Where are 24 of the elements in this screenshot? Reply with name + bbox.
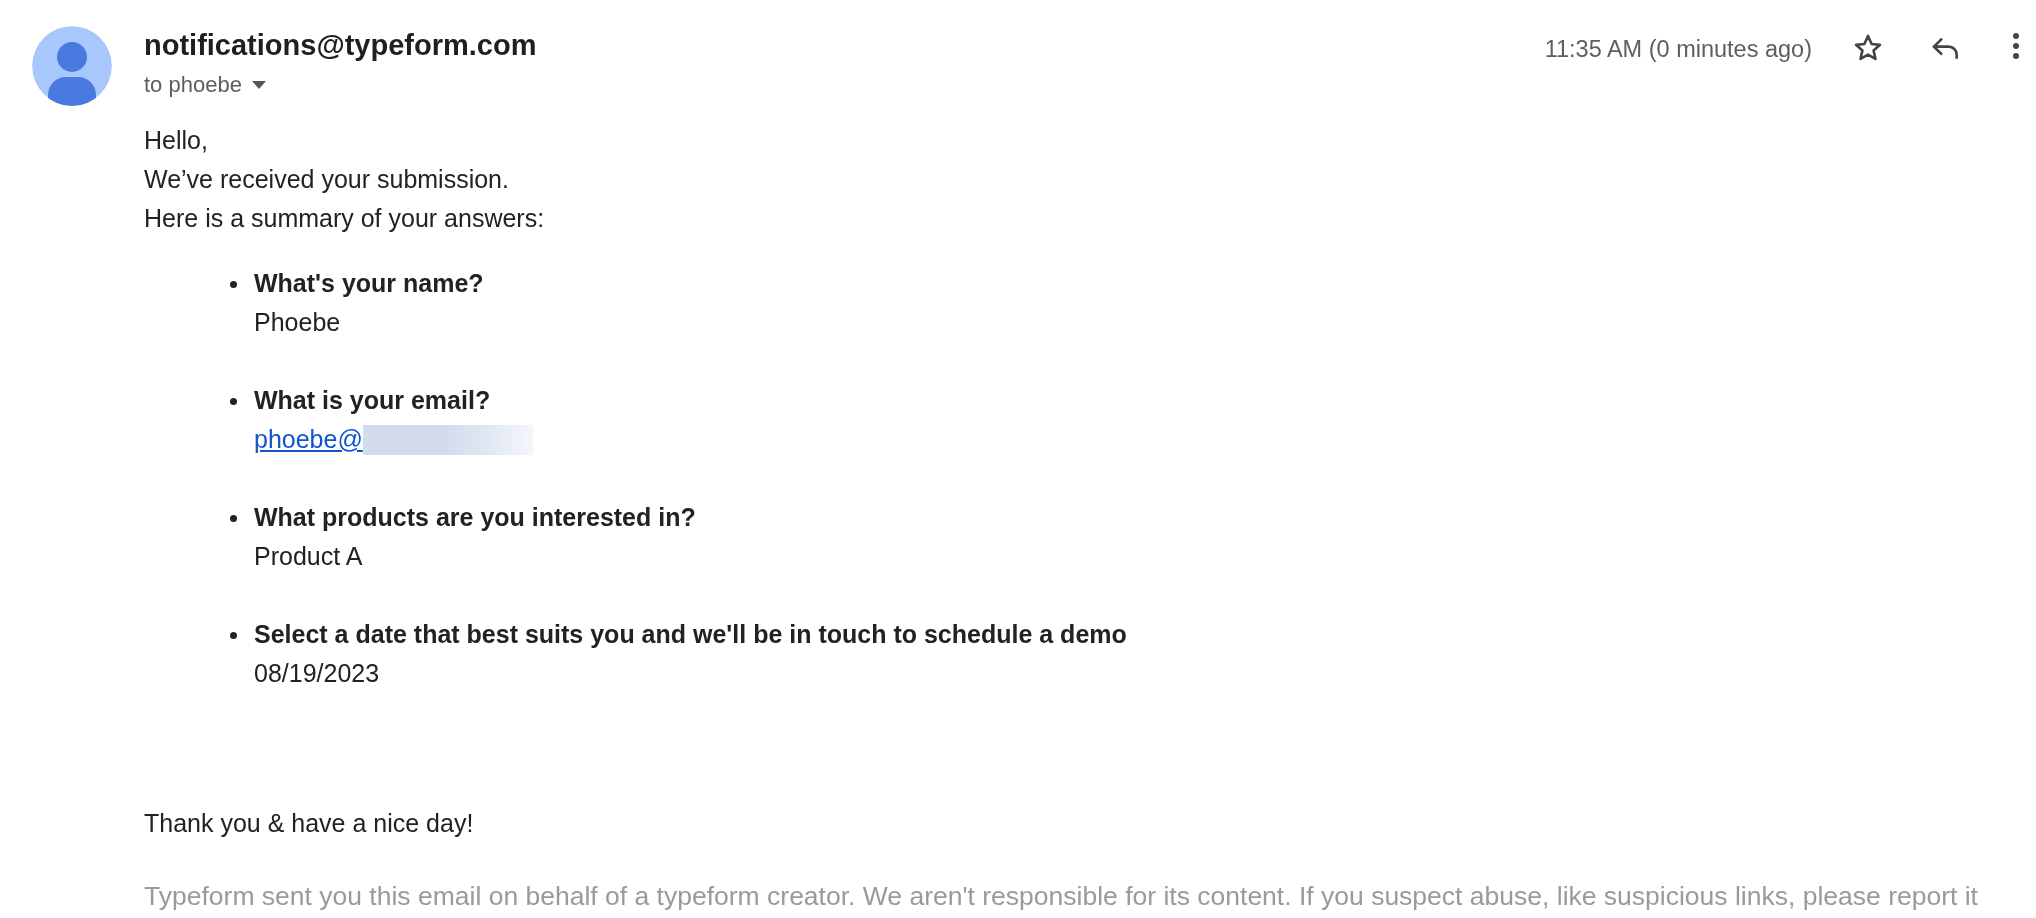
closing-line: Thank you & have a nice day!: [144, 808, 474, 839]
sender-address: notifications@typeform.com: [144, 28, 538, 62]
bullet-icon: [230, 515, 237, 522]
bullet-icon: [230, 632, 237, 639]
question-label: Select a date that best suits you and we'll be in touch to schedule a demo: [254, 619, 1127, 650]
message-line: Hello,: [144, 125, 208, 156]
message-line: Here is a summary of your answers:: [144, 203, 545, 234]
question-label: What's your name?: [254, 268, 484, 299]
answer-text: Product A: [254, 541, 363, 572]
disclaimer-text: Typeform sent you this email on behalf of a typeform creator. We aren't responsible for its content. If you suspect abuse, like suspicious links, please report it: [144, 879, 1978, 913]
more-icon: [2012, 32, 2020, 60]
caret-icon: [251, 80, 266, 89]
more-options-button[interactable]: [2012, 32, 2020, 60]
question-label: What is your email?: [254, 385, 491, 416]
answer-text: Phoebe: [254, 307, 341, 338]
answer-text: 08/19/2023: [254, 658, 380, 689]
message-line: We’ve received your submission.: [144, 164, 509, 195]
bullet-icon: [230, 398, 237, 405]
bullet-icon: [230, 281, 237, 288]
timestamp: 11:35 AM (0 minutes ago): [1544, 35, 1812, 64]
avatar-icon: [32, 26, 112, 106]
recipient-dropdown[interactable]: to phoebe: [144, 68, 266, 101]
question-label: What products are you interested in?: [254, 502, 696, 533]
email-link[interactable]: phoebe@: [254, 420, 363, 459]
